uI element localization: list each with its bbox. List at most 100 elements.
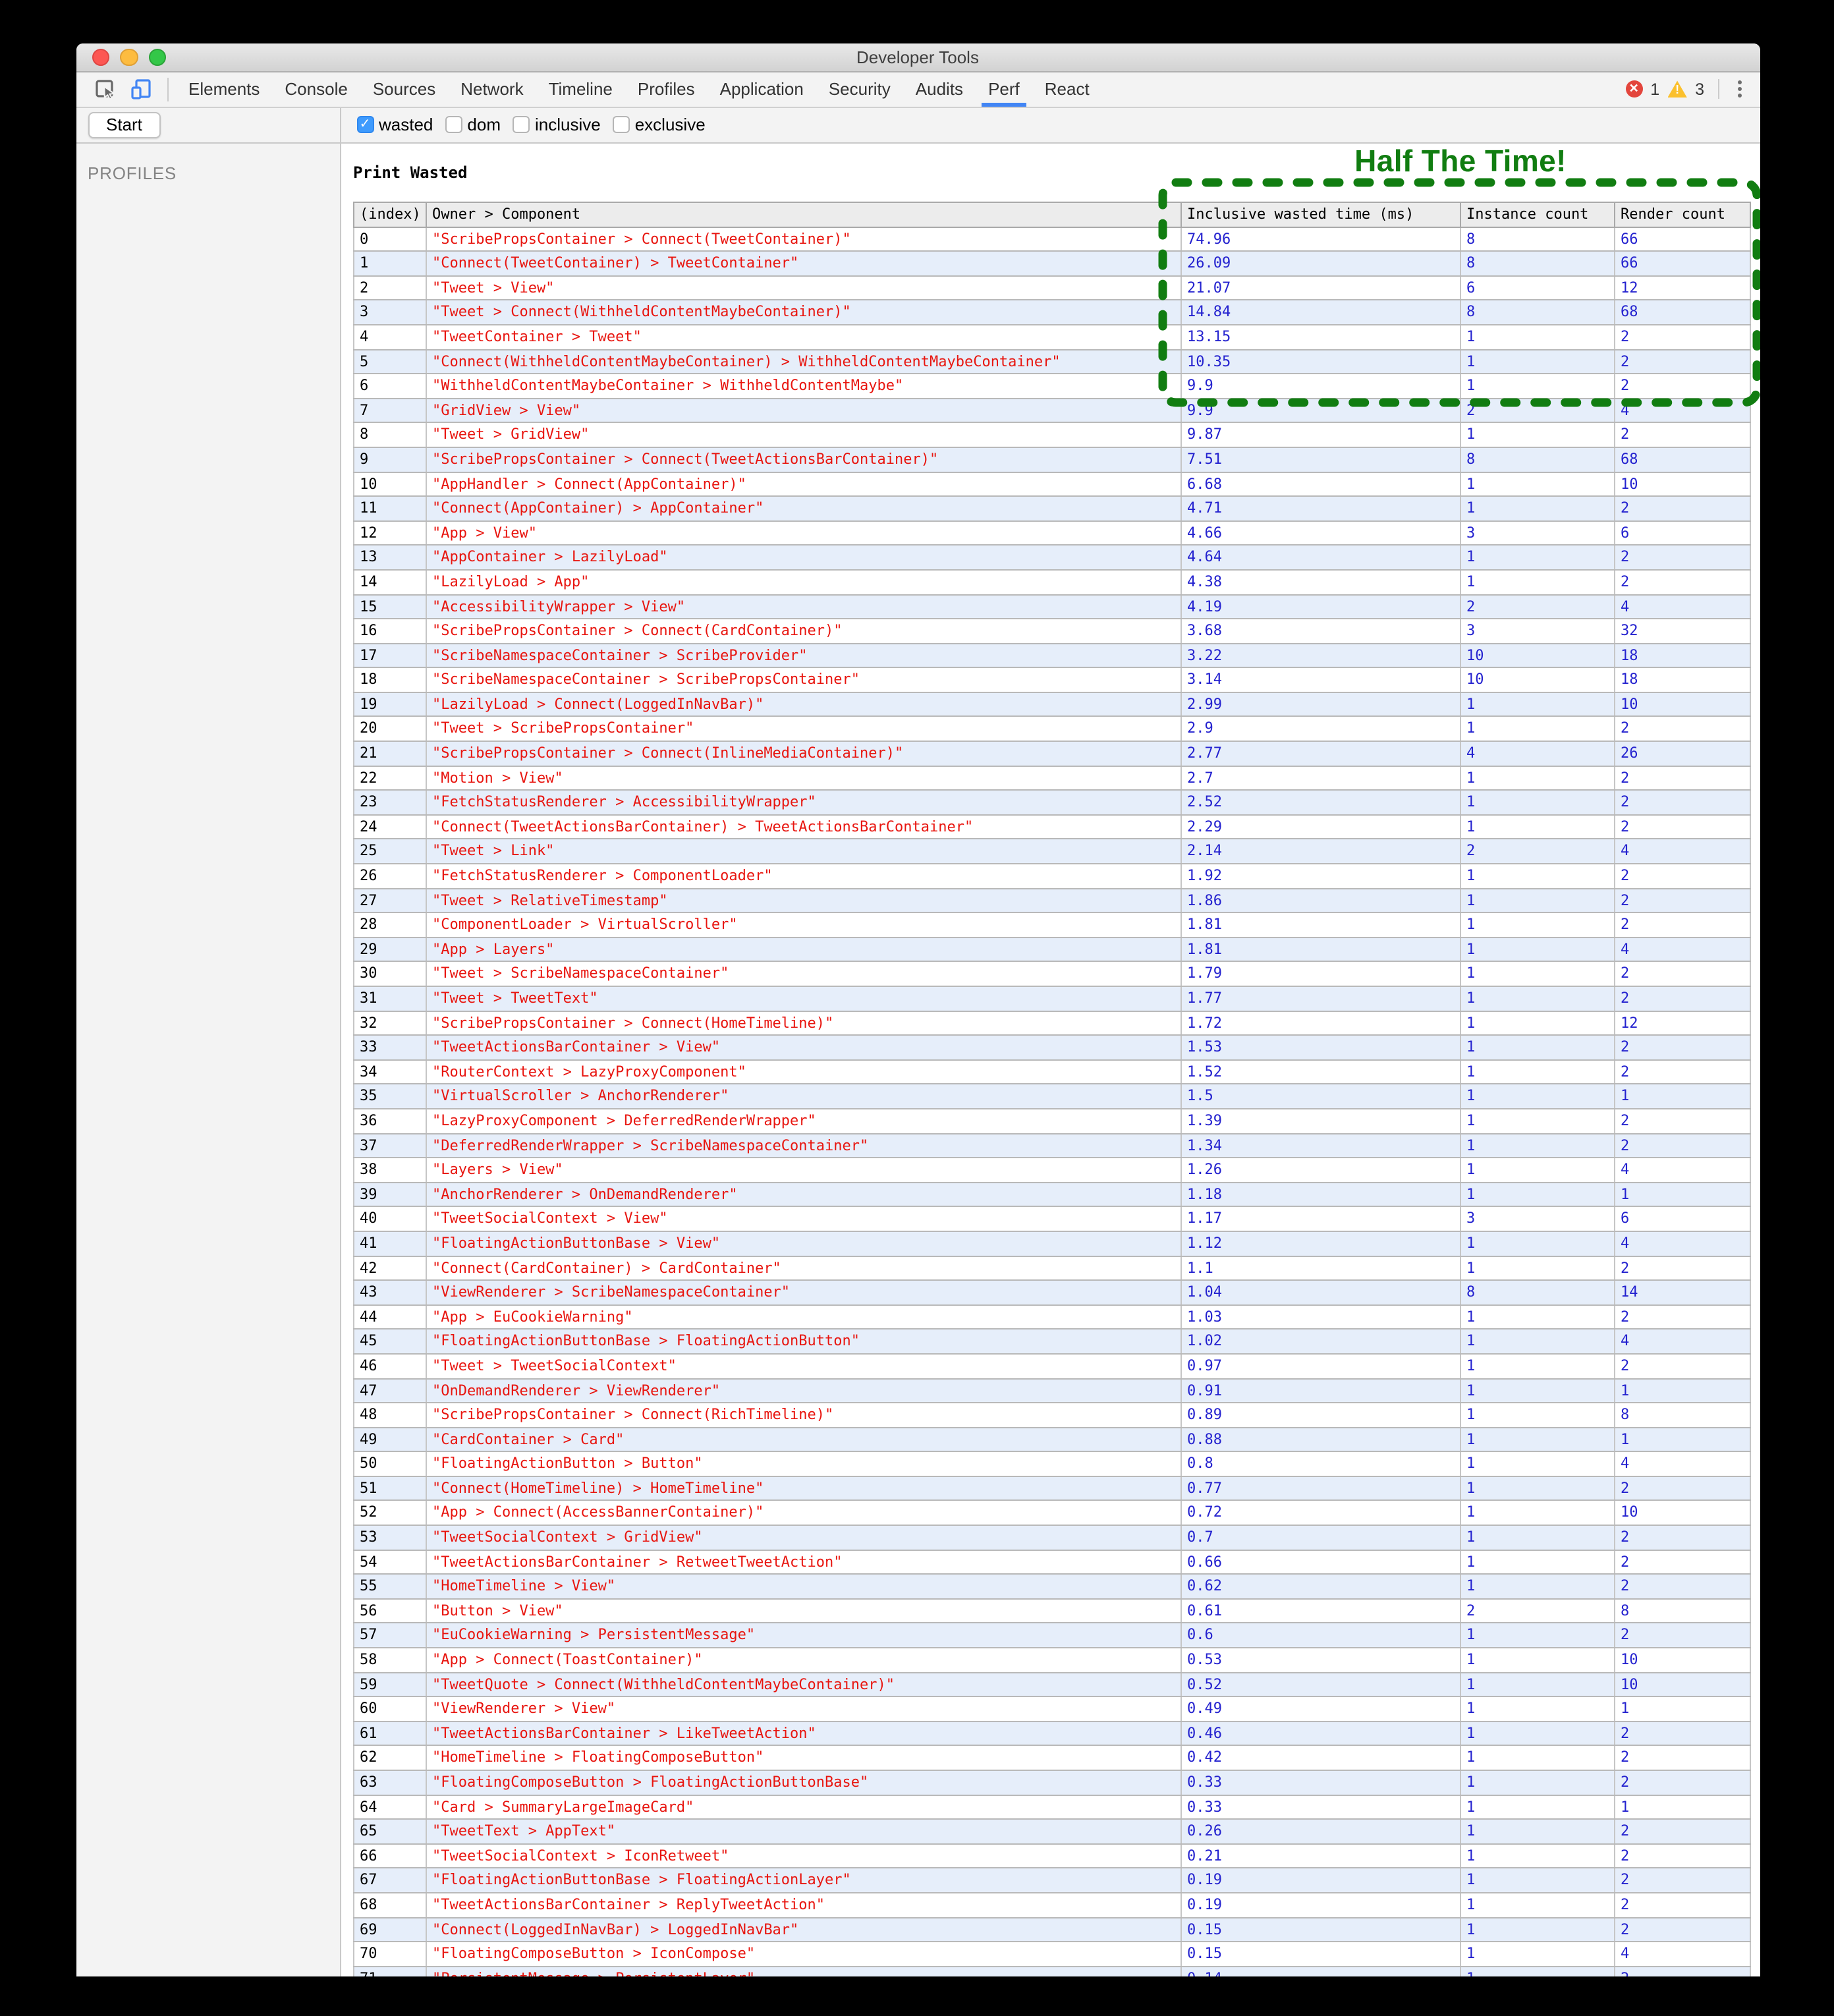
- tab-application[interactable]: Application: [708, 72, 816, 106]
- cell-index: 18: [353, 667, 427, 693]
- checkbox-inclusive[interactable]: inclusive: [513, 115, 601, 135]
- cell-index: 50: [353, 1451, 427, 1477]
- cell-value: 2: [1460, 1598, 1615, 1624]
- cell-index: 17: [353, 642, 427, 669]
- cell-index: 66: [353, 1843, 427, 1869]
- toolbar-separator: [167, 78, 168, 101]
- cell-owner-component: "AppHandler > Connect(AppContainer)": [426, 471, 1182, 497]
- cell-value: 0.46: [1181, 1720, 1461, 1747]
- cell-value: 4: [1614, 1941, 1751, 1967]
- cell-index: 15: [353, 594, 427, 620]
- cell-value: 1: [1460, 1843, 1615, 1869]
- cell-owner-component: "Connect(AppContainer) > AppContainer": [426, 495, 1182, 522]
- cell-index: 26: [353, 863, 427, 889]
- cell-value: 8: [1614, 1402, 1751, 1428]
- cell-value: 1.12: [1181, 1230, 1461, 1257]
- cell-value: 2: [1614, 1745, 1751, 1771]
- cell-value: 2.99: [1181, 691, 1461, 717]
- tab-elements[interactable]: Elements: [176, 72, 272, 106]
- cell-value: 0.66: [1181, 1549, 1461, 1575]
- cell-value: 1: [1460, 691, 1615, 717]
- tab-profiles[interactable]: Profiles: [625, 72, 708, 106]
- error-icon[interactable]: ✕: [1625, 80, 1643, 98]
- table-header-row: (index) Owner > Component Inclusive wasted…: [353, 202, 1751, 228]
- table-row: 35 "VirtualScroller > AnchorRenderer" 1.5 1…: [353, 1083, 1751, 1109]
- cell-index: 29: [353, 936, 427, 963]
- cell-value: 3.22: [1181, 642, 1461, 669]
- cell-owner-component: "Tweet > TweetText": [426, 986, 1182, 1012]
- cell-owner-component: "TweetSocialContext > IconRetweet": [426, 1843, 1182, 1869]
- cell-index: 23: [353, 789, 427, 816]
- cell-value: 68: [1614, 299, 1751, 325]
- checkbox-inclusive-box[interactable]: [513, 116, 530, 134]
- tab-perf[interactable]: Perf: [976, 72, 1032, 106]
- cell-owner-component: "Tweet > Link": [426, 838, 1182, 865]
- cell-value: 2.7: [1181, 765, 1461, 791]
- table-row: 64 "Card > SummaryLargeImageCard" 0.33 1 1: [353, 1794, 1751, 1820]
- cell-value: 1: [1460, 1402, 1615, 1428]
- checkbox-exclusive-box[interactable]: [612, 116, 630, 134]
- table-row: 61 "TweetActionsBarContainer > LikeTweetA…: [353, 1720, 1751, 1747]
- cell-value: 2: [1614, 1059, 1751, 1085]
- cell-owner-component: "Tweet > ScribeNamespaceContainer": [426, 961, 1182, 987]
- cell-value: 2: [1614, 789, 1751, 816]
- table-row: 17 "ScribeNamespaceContainer > ScribeProv…: [353, 642, 1751, 669]
- table-row: 4 "TweetContainer > Tweet" 13.15 1 2: [353, 323, 1751, 350]
- cell-value: 2: [1614, 1549, 1751, 1575]
- cell-index: 36: [353, 1107, 427, 1134]
- cell-owner-component: "App > EuCookieWarning": [426, 1304, 1182, 1330]
- cell-value: 0.33: [1181, 1770, 1461, 1796]
- table-row: 59 "TweetQuote > Connect(WithheldContentM…: [353, 1671, 1751, 1698]
- cell-value: 2: [1614, 569, 1751, 595]
- cell-index: 12: [353, 520, 427, 546]
- cell-value: 1: [1460, 1696, 1615, 1722]
- cell-value: 4: [1614, 1328, 1751, 1355]
- cell-value: 3: [1460, 520, 1615, 546]
- cell-value: 0.6: [1181, 1622, 1461, 1649]
- checkbox-dom[interactable]: dom: [445, 115, 501, 135]
- cell-value: 4: [1614, 594, 1751, 620]
- cell-value: 1: [1460, 1794, 1615, 1820]
- inspect-element-icon[interactable]: [88, 72, 123, 106]
- cell-value: 0.52: [1181, 1671, 1461, 1698]
- tab-console[interactable]: Console: [272, 72, 360, 106]
- cell-value: 1.18: [1181, 1181, 1461, 1208]
- tab-security[interactable]: Security: [816, 72, 903, 106]
- cell-value: 1: [1460, 1965, 1615, 1976]
- cell-owner-component: "Connect(WithheldContentMaybeContainer) …: [426, 349, 1182, 375]
- cell-value: 9.9: [1181, 397, 1461, 424]
- checkbox-dom-box[interactable]: [445, 116, 462, 134]
- cell-value: 0.33: [1181, 1794, 1461, 1820]
- tab-timeline[interactable]: Timeline: [536, 72, 625, 106]
- options-bar-left: Start: [76, 107, 341, 142]
- tab-network[interactable]: Network: [448, 72, 536, 106]
- cell-index: 24: [353, 814, 427, 840]
- cell-value: 1: [1460, 1647, 1615, 1673]
- tab-sources[interactable]: Sources: [360, 72, 448, 106]
- start-button[interactable]: Start: [88, 111, 161, 138]
- table-row: 26 "FetchStatusRenderer > ComponentLoader…: [353, 863, 1751, 889]
- checkbox-wasted-box[interactable]: ✓: [356, 116, 374, 134]
- cell-value: 2: [1614, 986, 1751, 1012]
- checkbox-wasted[interactable]: ✓ wasted: [356, 115, 433, 135]
- cell-value: 2: [1614, 863, 1751, 889]
- cell-value: 0.97: [1181, 1353, 1461, 1379]
- warning-icon[interactable]: !: [1667, 80, 1688, 98]
- cell-value: 1: [1460, 961, 1615, 987]
- toolbar-separator: [1717, 79, 1719, 99]
- cell-index: 52: [353, 1499, 427, 1526]
- profile-run-label[interactable]: Print Wasted: [353, 164, 1760, 182]
- overflow-menu-icon[interactable]: [1732, 80, 1746, 98]
- table-row: 7 "GridView > View" 9.9 2 4: [353, 397, 1751, 424]
- checkbox-exclusive[interactable]: exclusive: [612, 115, 706, 135]
- cell-index: 7: [353, 397, 427, 424]
- device-toolbar-icon[interactable]: [123, 72, 159, 106]
- cell-value: 2: [1614, 1622, 1751, 1649]
- tab-react[interactable]: React: [1032, 72, 1102, 106]
- cell-value: 2: [1614, 1891, 1751, 1918]
- cell-value: 4: [1614, 936, 1751, 963]
- cell-value: 1.03: [1181, 1304, 1461, 1330]
- cell-value: 2: [1614, 1867, 1751, 1893]
- cell-owner-component: "App > Connect(AccessBannerContainer)": [426, 1499, 1182, 1526]
- tab-audits[interactable]: Audits: [903, 72, 976, 106]
